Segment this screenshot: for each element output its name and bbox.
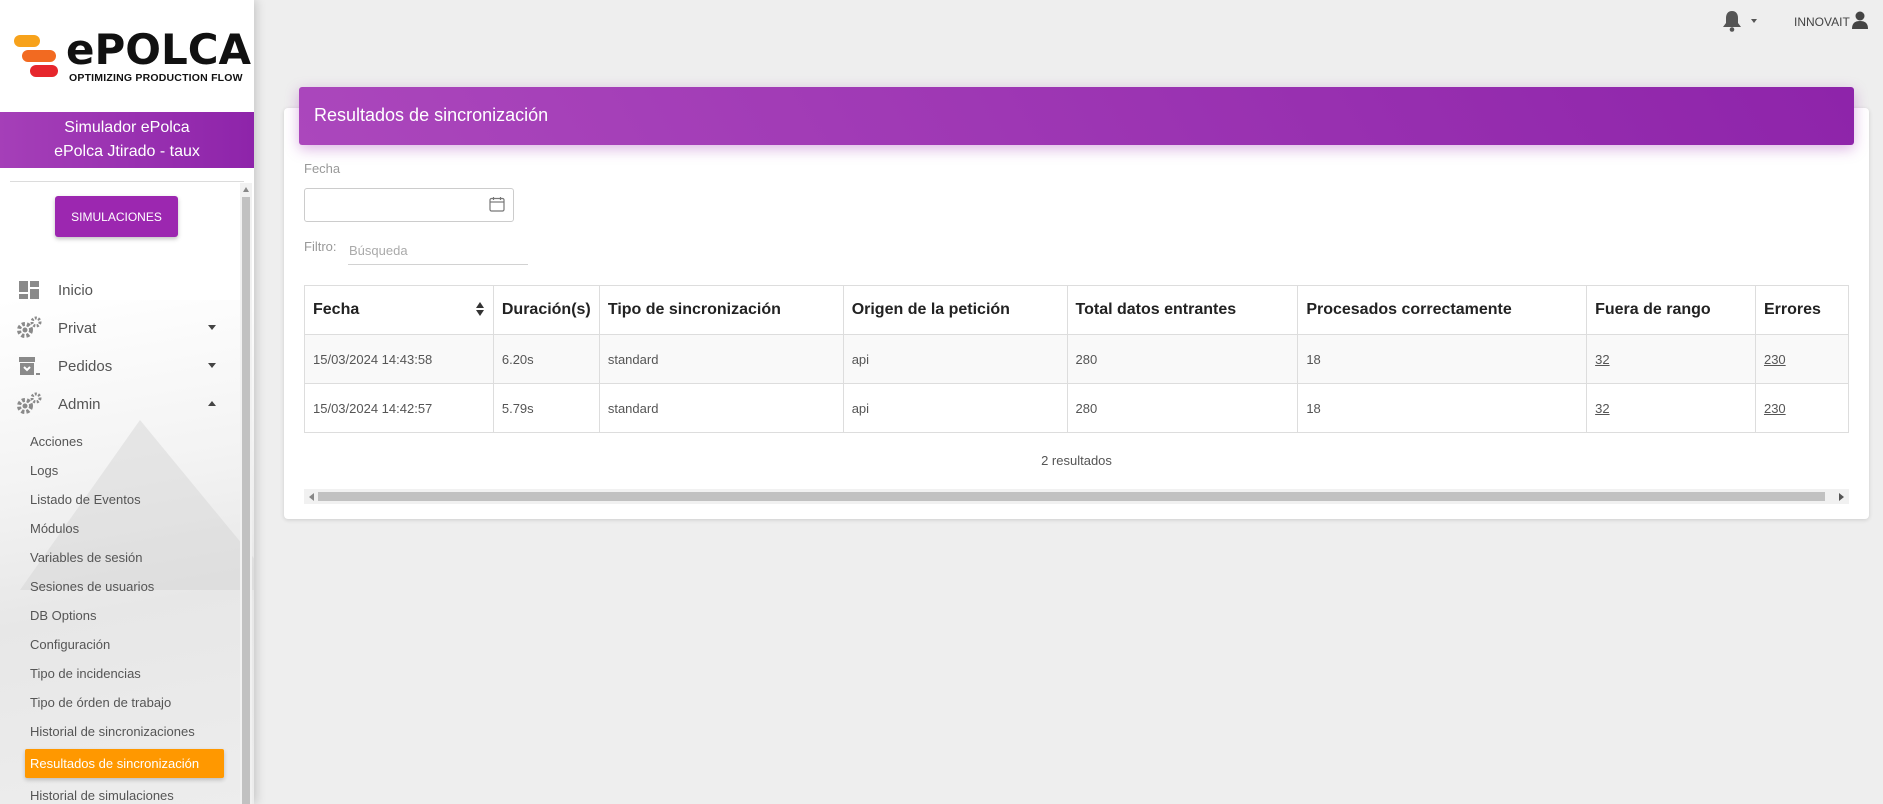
- scroll-left-icon[interactable]: [309, 493, 314, 501]
- results-table: Fecha Duración(s) Tipo de sincronización…: [304, 285, 1850, 433]
- sidebar-item-label: Pedidos: [58, 357, 113, 375]
- sidebar-subitem-tipo-incidencias[interactable]: Tipo de incidencias: [30, 666, 141, 681]
- table-row: 15/03/2024 14:43:58 6.20s standard api 2…: [304, 334, 1850, 384]
- date-filter-label: Fecha: [304, 161, 341, 176]
- sidebar-scroll-thumb[interactable]: [242, 197, 250, 804]
- cell-procesados: 18: [1297, 334, 1588, 384]
- sidebar-subitem-logs[interactable]: Logs: [30, 463, 58, 478]
- sort-icon[interactable]: [475, 302, 485, 318]
- logo-wordmark: ePOLCA: [66, 25, 252, 74]
- column-header-total[interactable]: Total datos entrantes: [1066, 285, 1299, 335]
- user-menu-name[interactable]: INNOVAIT: [1794, 15, 1850, 29]
- page-title: Resultados de sincronización: [299, 87, 1854, 145]
- logo-tagline: OPTIMIZING PRODUCTION FLOW: [69, 72, 243, 84]
- date-filter-input[interactable]: [304, 188, 514, 222]
- errores-link[interactable]: 230: [1764, 401, 1786, 416]
- sidebar-item-label: Admin: [58, 395, 101, 413]
- scroll-right-icon[interactable]: [1839, 493, 1844, 501]
- cell-procesados: 18: [1297, 383, 1588, 433]
- table-scroll-thumb[interactable]: [318, 492, 1825, 501]
- user-panel: Simulador ePolca ePolca Jtirado - taux: [0, 112, 254, 168]
- column-header-fecha[interactable]: Fecha: [304, 285, 494, 335]
- cell-tipo: standard: [598, 383, 844, 433]
- cell-errores: 230: [1754, 383, 1850, 433]
- sidebar-divider: [10, 181, 244, 182]
- filter-label: Filtro:: [304, 239, 337, 254]
- simulations-button[interactable]: SIMULACIONES: [55, 196, 178, 237]
- gears-icon: [16, 315, 42, 341]
- cell-fecha: 15/03/2024 14:42:57: [304, 383, 494, 433]
- chevron-down-icon: [208, 363, 216, 368]
- results-count: 2 resultados: [1041, 453, 1112, 468]
- sidebar: ePOLCA OPTIMIZING PRODUCTION FLOW Simula…: [0, 0, 254, 804]
- scroll-up-icon[interactable]: [243, 187, 249, 192]
- sidebar-item-admin[interactable]: Admin: [16, 389, 226, 419]
- sidebar-item-inicio[interactable]: Inicio: [16, 275, 226, 305]
- cell-fuera-rango: 32: [1586, 383, 1756, 433]
- cell-fuera-rango: 32: [1586, 334, 1756, 384]
- search-input[interactable]: [348, 237, 528, 265]
- brand-logo[interactable]: ePOLCA OPTIMIZING PRODUCTION FLOW: [0, 0, 254, 112]
- user-panel-line2: ePolca Jtirado - taux: [54, 143, 200, 160]
- sidebar-item-label: Inicio: [58, 281, 94, 299]
- chevron-down-icon: [208, 325, 216, 330]
- column-header-fuera-rango[interactable]: Fuera de rango: [1586, 285, 1756, 335]
- sidebar-subitem-db-options[interactable]: DB Options: [30, 608, 96, 623]
- sidebar-subitem-modulos[interactable]: Módulos: [30, 521, 79, 536]
- cell-errores: 230: [1754, 334, 1850, 384]
- sidebar-item-pedidos[interactable]: Pedidos: [16, 351, 226, 381]
- column-header-tipo[interactable]: Tipo de sincronización: [598, 285, 844, 335]
- sidebar-subitem-tipo-orden-trabajo[interactable]: Tipo de órden de trabajo: [30, 695, 171, 710]
- notifications-bell-icon[interactable]: [1722, 10, 1742, 37]
- user-panel-line1: Simulador ePolca: [64, 119, 190, 136]
- fuera-rango-link[interactable]: 32: [1595, 352, 1609, 367]
- sidebar-subitem-resultados-sincronizacion[interactable]: Resultados de sincronización: [25, 749, 224, 778]
- errores-link[interactable]: 230: [1764, 352, 1786, 367]
- chevron-down-icon[interactable]: [1751, 19, 1757, 23]
- cell-total: 280: [1066, 334, 1299, 384]
- sidebar-subitem-historial-simulaciones[interactable]: Historial de simulaciones: [30, 788, 174, 803]
- calendar-icon[interactable]: [489, 196, 505, 217]
- cell-origen: api: [842, 383, 1068, 433]
- sidebar-subitem-variables-sesion[interactable]: Variables de sesión: [30, 550, 143, 565]
- sidebar-item-label: Privat: [58, 319, 97, 337]
- sidebar-scrollbar[interactable]: [240, 183, 252, 804]
- column-header-origen[interactable]: Origen de la petición: [842, 285, 1068, 335]
- table-header-row: Fecha Duración(s) Tipo de sincronización…: [304, 285, 1850, 335]
- fuera-rango-link[interactable]: 32: [1595, 401, 1609, 416]
- logo-mark-icon: [12, 33, 60, 79]
- sidebar-subitem-acciones[interactable]: Acciones: [30, 434, 83, 449]
- top-bar: INNOVAIT: [254, 0, 1883, 44]
- table-row: 15/03/2024 14:42:57 5.79s standard api 2…: [304, 383, 1850, 433]
- cell-origen: api: [842, 334, 1068, 384]
- column-header-procesados[interactable]: Procesados correctamente: [1297, 285, 1588, 335]
- chevron-up-icon: [208, 401, 216, 406]
- dashboard-icon: [16, 277, 42, 303]
- sidebar-item-privat[interactable]: Privat: [16, 313, 226, 343]
- cell-total: 280: [1066, 383, 1299, 433]
- column-header-errores[interactable]: Errores: [1754, 285, 1850, 335]
- archive-icon: [16, 353, 42, 379]
- cell-tipo: standard: [598, 334, 844, 384]
- cell-duracion: 5.79s: [492, 383, 600, 433]
- user-icon[interactable]: [1852, 11, 1868, 34]
- sidebar-subitem-listado-eventos[interactable]: Listado de Eventos: [30, 492, 141, 507]
- gears-icon: [16, 391, 42, 417]
- table-horizontal-scrollbar[interactable]: [304, 489, 1849, 504]
- cell-fecha: 15/03/2024 14:43:58: [304, 334, 494, 384]
- sidebar-subitem-sesiones-usuarios[interactable]: Sesiones de usuarios: [30, 579, 154, 594]
- sidebar-subitem-historial-sincronizaciones[interactable]: Historial de sincronizaciones: [30, 724, 195, 739]
- column-header-duracion[interactable]: Duración(s): [492, 285, 600, 335]
- cell-duracion: 6.20s: [492, 334, 600, 384]
- sidebar-subitem-configuracion[interactable]: Configuración: [30, 637, 110, 652]
